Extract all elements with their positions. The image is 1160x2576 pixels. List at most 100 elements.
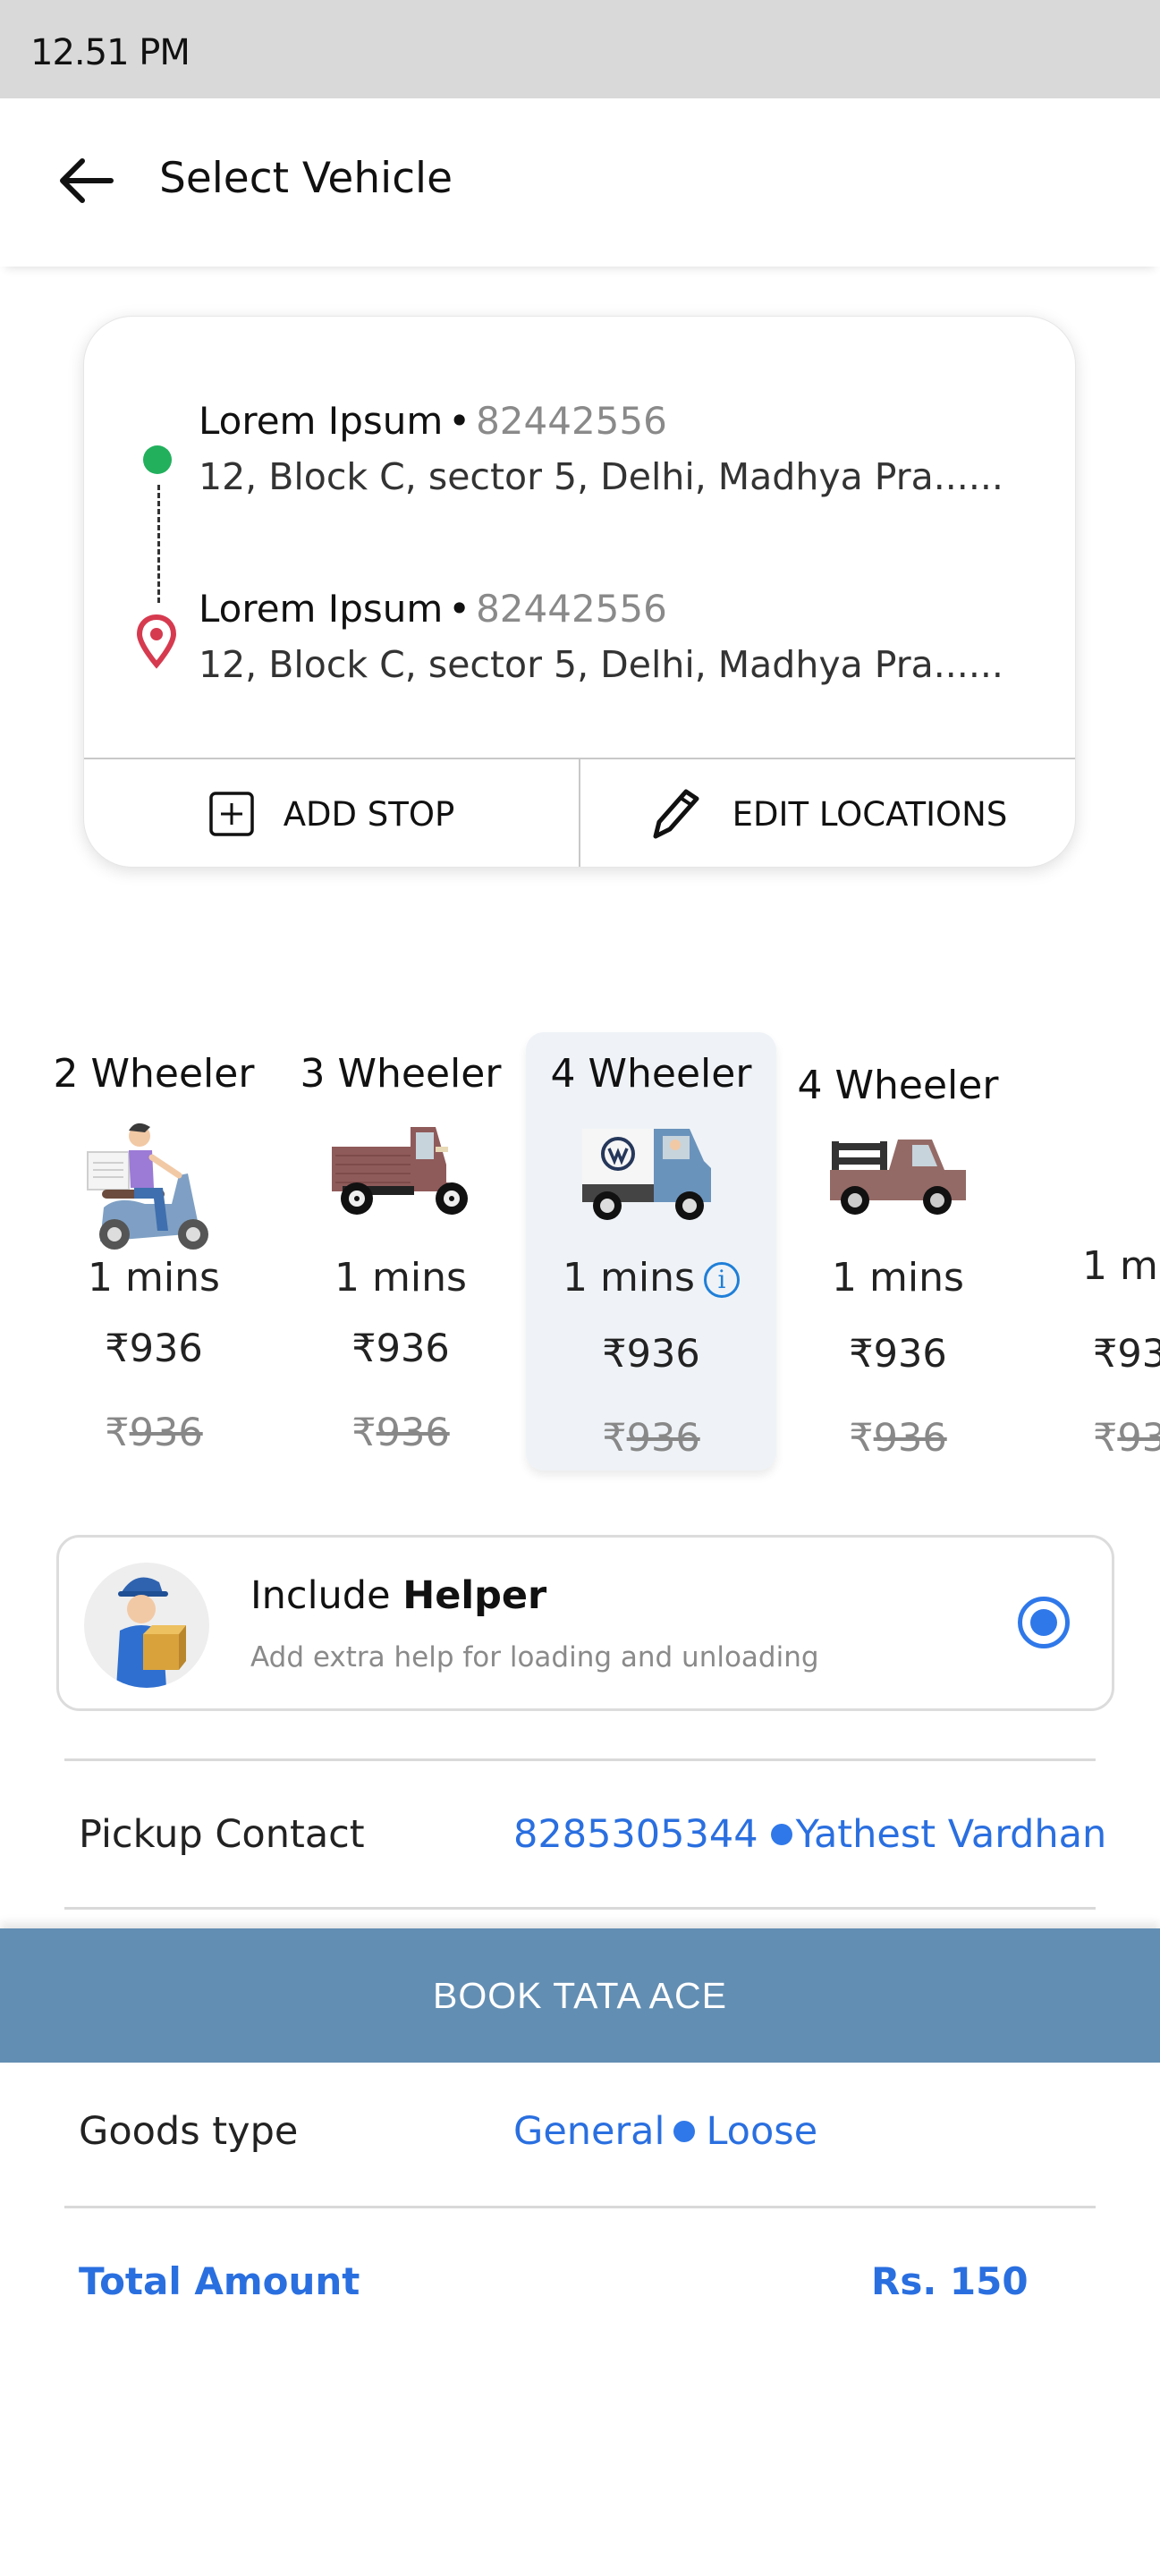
goods-category: General: [513, 2109, 665, 2154]
vehicle-option-2-wheeler[interactable]: 2 Wheeler 1 mins ₹936 ₹936: [29, 1029, 279, 1467]
total-amount-value: Rs. 150: [871, 2259, 1029, 2303]
divider: [64, 1907, 1096, 1910]
vehicle-selector[interactable]: 2 Wheeler 1 mins ₹936 ₹936 3 Wheeler 1 m…: [0, 1029, 1160, 1485]
pickup-contact-value: 8285305344 Yathest Vardhan: [513, 1812, 1106, 1857]
separator-dot: •: [448, 399, 471, 443]
currency-symbol: ₹: [602, 1332, 627, 1377]
vehicle-label: 2 Wheeler: [53, 1051, 255, 1097]
vehicle-price: ₹936: [1093, 1332, 1160, 1377]
vehicle-label: 4 Wheeler: [550, 1051, 752, 1097]
eta-text: 1 mins: [563, 1255, 695, 1301]
currency-symbol: ₹: [351, 1326, 377, 1371]
price-amount: 936: [376, 1326, 450, 1371]
vehicle-eta: 1 mins: [334, 1255, 467, 1301]
price-amount: 936: [129, 1326, 203, 1371]
edit-locations-label: EDIT LOCATIONS: [732, 794, 1008, 834]
status-bar: 12.51 PM: [0, 0, 1160, 98]
include-helper-option[interactable]: Include Helper Add extra help for loadin…: [56, 1535, 1114, 1711]
currency-symbol: ₹: [849, 1332, 874, 1377]
pickup-name: Lorem Ipsum: [199, 399, 444, 443]
helper-title-bold: Helper: [402, 1573, 547, 1618]
total-amount-label: Total Amount: [79, 2259, 360, 2303]
vehicle-eta: 1 mins: [1082, 1243, 1160, 1289]
vehicle-option-4-wheeler-selected[interactable]: 4 Wheeler 1 mins i ₹936 ₹936: [526, 1032, 776, 1470]
goods-type-value: General Loose: [513, 2109, 817, 2154]
pickup-address: 12, Block C, sector 5, Delhi, Madhya Pra…: [199, 455, 1003, 498]
helper-radio-selected[interactable]: [1018, 1597, 1070, 1648]
helper-title: Include Helper: [250, 1573, 546, 1618]
vehicle-original-price: ₹936: [29, 1411, 279, 1455]
vehicle-original-price: ₹936: [1093, 1416, 1160, 1461]
vehicle-label: 3 Wheeler: [300, 1051, 502, 1097]
back-button[interactable]: [55, 154, 118, 208]
vehicle-eta: 1 mins: [832, 1255, 964, 1301]
three-wheeler-icon: [332, 1127, 468, 1215]
currency-symbol: ₹: [1093, 1332, 1118, 1377]
pickup-phone: 82442556: [476, 399, 667, 443]
vehicle-price: ₹936: [29, 1326, 279, 1371]
pickup-dot-icon: [143, 445, 172, 474]
edit-locations-button[interactable]: EDIT LOCATIONS: [579, 759, 1075, 867]
vehicle-original-price: ₹936: [275, 1411, 526, 1455]
book-vehicle-button[interactable]: BOOK TATA ACE: [0, 1928, 1160, 2063]
vehicle-option-3-wheeler[interactable]: 3 Wheeler 1 mins ₹936 ₹936: [275, 1029, 526, 1467]
pickup-contact-label: Pickup Contact: [79, 1812, 365, 1857]
drop-address: 12, Block C, sector 5, Delhi, Madhya Pra…: [199, 643, 1003, 686]
price-amount: 936: [626, 1332, 700, 1377]
helper-subtitle: Add extra help for loading and unloading: [250, 1641, 819, 1674]
pickup-contact-phone: 8285305344: [513, 1812, 758, 1857]
vehicle-original-price: ₹936: [773, 1416, 1023, 1461]
status-time: 12.51 PM: [30, 32, 191, 73]
price-amount: 936: [873, 1332, 947, 1377]
pickup-contact-name: Yathest Vardhan: [795, 1812, 1107, 1857]
vehicle-price: ₹936: [526, 1332, 776, 1377]
drop-phone: 82442556: [476, 587, 667, 631]
pencil-icon: [653, 789, 699, 839]
goods-type-label: Goods type: [79, 2109, 299, 2154]
original-price-amount: 936: [626, 1416, 700, 1461]
currency-symbol: ₹: [1093, 1416, 1118, 1461]
drop-name: Lorem Ipsum: [199, 587, 444, 631]
currency-symbol: ₹: [105, 1326, 130, 1371]
currency-symbol: ₹: [351, 1411, 377, 1455]
vehicle-original-price: ₹936: [526, 1416, 776, 1461]
helper-title-prefix: Include: [250, 1573, 403, 1618]
goods-packing: Loose: [706, 2109, 818, 2154]
separator-dot: •: [448, 587, 471, 631]
scooter-icon: [87, 1123, 208, 1250]
arrow-left-icon: [60, 158, 114, 203]
price-amount: 936: [1117, 1332, 1160, 1377]
vehicle-option-4-wheeler-pickup[interactable]: 4 Wheeler 1 mins ₹936 ₹936: [773, 1029, 1023, 1467]
location-card: Lorem Ipsum • 82442556 12, Block C, sector…: [83, 316, 1076, 868]
mini-truck-icon: [582, 1129, 711, 1220]
currency-symbol: ₹: [602, 1416, 627, 1461]
vehicle-option-partial[interactable]: 1 mins ₹936 ₹936: [1064, 1029, 1160, 1467]
app-header: Select Vehicle: [0, 98, 1160, 267]
map-pin-icon: [136, 614, 177, 669]
vehicle-eta: 1 mins: [88, 1255, 220, 1301]
original-price-amount: 936: [873, 1416, 947, 1461]
info-icon[interactable]: i: [703, 1262, 740, 1298]
currency-symbol: ₹: [105, 1411, 130, 1455]
vehicle-eta: 1 mins i: [526, 1255, 776, 1301]
original-price-amount: 936: [1117, 1416, 1160, 1461]
helper-avatar: [84, 1563, 209, 1688]
separator-dot: [673, 2120, 696, 2142]
route-dashed-line: [157, 485, 160, 603]
add-stop-label: ADD STOP: [283, 794, 455, 834]
helper-person-icon: [116, 1577, 186, 1688]
original-price-amount: 936: [376, 1411, 450, 1455]
vehicle-label: 4 Wheeler: [797, 1063, 999, 1108]
vehicle-price: ₹936: [275, 1326, 526, 1371]
location-actions: ADD STOP EDIT LOCATIONS: [84, 758, 1075, 867]
currency-symbol: ₹: [849, 1416, 874, 1461]
add-stop-button[interactable]: ADD STOP: [84, 759, 579, 867]
original-price-amount: 936: [129, 1411, 203, 1455]
divider: [64, 1758, 1096, 1761]
drop-location[interactable]: Lorem Ipsum • 82442556 12, Block C, sector…: [199, 587, 1003, 686]
divider: [64, 2206, 1096, 2208]
plus-square-icon: [208, 792, 254, 836]
pickup-location[interactable]: Lorem Ipsum • 82442556 12, Block C, sector…: [199, 399, 1003, 498]
pickup-truck-icon: [830, 1140, 966, 1215]
page-title: Select Vehicle: [159, 154, 453, 203]
